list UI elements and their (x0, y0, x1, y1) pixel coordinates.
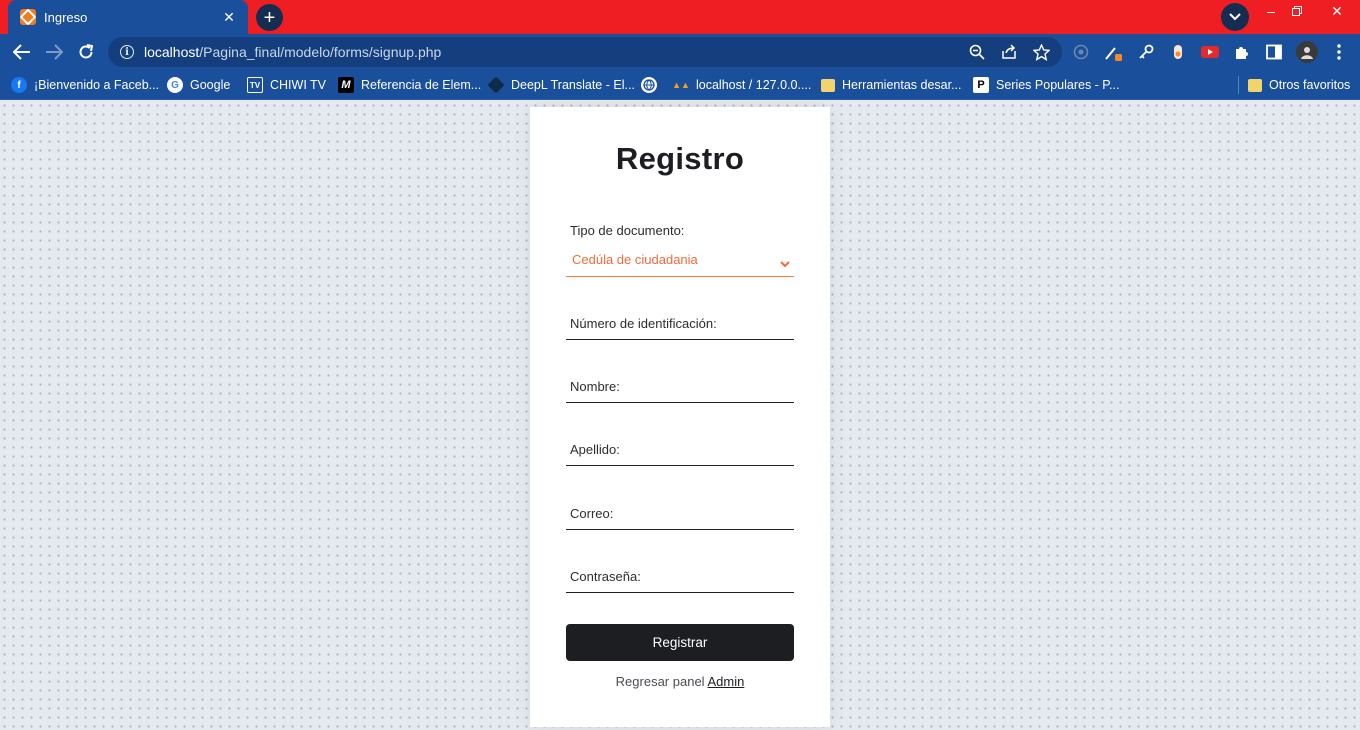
back-button[interactable] (8, 38, 36, 66)
page-viewport: Registro Tipo de documento: Cedúla de ci… (0, 101, 1360, 730)
extension-circle-icon[interactable] (1072, 43, 1090, 61)
arrow-right-icon (46, 44, 63, 60)
folder-icon (1248, 78, 1262, 92)
bookmarks-bar: f ¡Bienvenido a Faceb... G Google TV CHI… (0, 70, 1360, 100)
facebook-icon: f (11, 77, 27, 93)
browser-toolbar: i localhost/Pagina_final/modelo/forms/si… (0, 34, 1360, 70)
bookmark-label: Google (190, 78, 231, 92)
deepl-icon (487, 76, 505, 94)
bookmark-label: Herramientas desar... (842, 78, 962, 92)
last-name-field[interactable]: Apellido: (566, 433, 794, 466)
p-icon: P (973, 77, 989, 93)
share-icon[interactable] (1000, 43, 1018, 61)
eyedropper-icon[interactable] (1104, 43, 1122, 61)
chevron-down-icon (780, 255, 790, 273)
reload-button[interactable] (72, 38, 100, 66)
bookmark-google[interactable]: G Google (167, 75, 230, 95)
bookmark-label: Referencia de Elem... (361, 78, 482, 92)
browser-tab[interactable]: Ingreso ✕ (8, 0, 248, 34)
restore-icon (1292, 6, 1302, 16)
page-title: Registro (615, 141, 745, 176)
chevron-down-icon (1229, 13, 1241, 21)
menu-kebab-icon[interactable] (1330, 43, 1348, 61)
bookmarks-divider (1238, 76, 1239, 94)
password-field[interactable]: Contraseña: (566, 560, 794, 593)
last-name-label: Apellido: (570, 442, 620, 457)
bookmark-series[interactable]: P Series Populares - P... (973, 75, 1119, 95)
tv-icon: TV (247, 77, 263, 93)
bookmark-label: CHIWI TV (270, 78, 327, 92)
forward-button[interactable] (40, 38, 68, 66)
bookmark-facebook[interactable]: f ¡Bienvenido a Faceb... (11, 75, 159, 95)
bookmark-label: Otros favoritos (1269, 78, 1351, 92)
url-text: localhost/Pagina_final/modelo/forms/sign… (144, 44, 441, 60)
bookmark-label: localhost / 127.0.0.... (696, 78, 812, 92)
url-host: localhost (144, 44, 200, 60)
document-type-select[interactable]: Cedúla de ciudadania (566, 243, 794, 277)
bookmark-globe[interactable] (641, 75, 664, 95)
tab-search-button[interactable] (1221, 3, 1249, 31)
password-label: Contraseña: (570, 569, 641, 584)
xampp-icon (20, 9, 36, 25)
youtube-icon[interactable] (1201, 43, 1219, 61)
register-button[interactable]: Registrar (566, 624, 794, 661)
bookmark-label: Series Populares - P... (996, 78, 1120, 92)
id-number-label: Número de identificación: (570, 316, 717, 331)
email-field[interactable]: Correo: (566, 497, 794, 530)
key-icon[interactable] (1137, 43, 1155, 61)
admin-link[interactable]: Admin (707, 674, 744, 689)
document-type-value: Cedúla de ciudadania (572, 252, 698, 267)
google-icon: G (167, 77, 183, 93)
bookmark-chiwi-tv[interactable]: TV CHIWI TV (247, 75, 326, 95)
bookmark-other-favorites[interactable]: Otros favoritos (1248, 75, 1350, 95)
first-name-label: Nombre: (570, 379, 620, 394)
close-tab-icon[interactable]: ✕ (220, 8, 238, 26)
footer-line: Regresar panel Admin (530, 674, 830, 689)
signup-form: Registro Tipo de documento: Cedúla de ci… (530, 107, 830, 727)
info-icon[interactable]: i (120, 45, 134, 59)
puzzle-icon[interactable] (1233, 43, 1251, 61)
globe-icon (641, 77, 657, 93)
footer-text: Regresar panel (615, 674, 705, 689)
star-icon[interactable] (1032, 43, 1050, 61)
phpmyadmin-icon: ▲▲ (672, 80, 690, 90)
restore-button[interactable] (1282, 0, 1312, 22)
tab-strip: Ingreso ✕ + – ✕ (0, 0, 1360, 34)
bookmark-referencia[interactable]: M Referencia de Elem... (338, 75, 481, 95)
new-tab-button[interactable]: + (256, 4, 283, 31)
reload-icon (79, 44, 94, 59)
url-path: /Pagina_final/modelo/forms/signup.php (199, 44, 442, 60)
tab-title: Ingreso (44, 9, 88, 25)
bookmark-herramientas[interactable]: Herramientas desar... (821, 75, 962, 95)
bookmark-label: ¡Bienvenido a Faceb... (34, 78, 160, 92)
bookmark-phpmyadmin[interactable]: ▲▲ localhost / 127.0.0.... (672, 75, 812, 95)
email-label: Correo: (570, 506, 614, 521)
address-bar[interactable]: i localhost/Pagina_final/modelo/forms/si… (108, 37, 1062, 67)
folder-icon (821, 78, 835, 92)
bookmark-deepl[interactable]: DeepL Translate - El... (487, 75, 635, 95)
toggle-icon[interactable] (1169, 43, 1187, 61)
close-window-button[interactable]: ✕ (1322, 0, 1352, 22)
document-type-label: Tipo de documento: (570, 223, 685, 238)
zoom-icon[interactable] (968, 43, 986, 61)
avatar[interactable] (1296, 41, 1318, 63)
mdn-icon: M (338, 77, 354, 93)
first-name-field[interactable]: Nombre: (566, 370, 794, 403)
id-number-field[interactable]: Número de identificación: (566, 307, 794, 340)
arrow-left-icon (13, 44, 30, 60)
side-panel-icon[interactable] (1265, 43, 1283, 61)
bookmark-label: DeepL Translate - El... (511, 78, 635, 92)
